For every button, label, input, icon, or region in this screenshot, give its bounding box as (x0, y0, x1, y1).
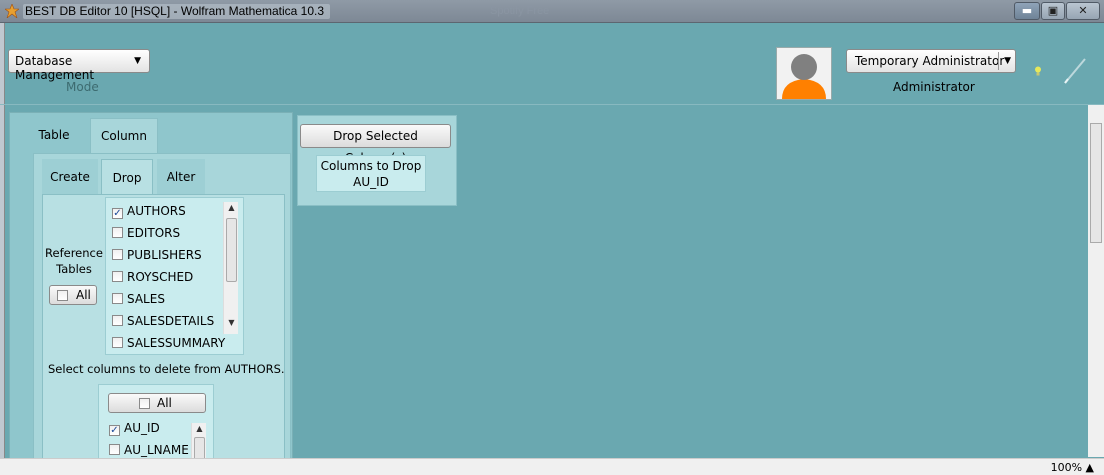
columns-to-drop-label: Columns to Drop (320, 159, 422, 173)
scroll-down-icon[interactable]: ▼ (224, 318, 239, 327)
tab-alter[interactable]: Alter (157, 159, 205, 195)
tab-create[interactable]: Create (42, 159, 98, 195)
list-item[interactable]: ✓ AU_ID (109, 421, 160, 439)
header-divider (0, 104, 1104, 105)
zoom-level[interactable]: 100% ▲ (1051, 461, 1094, 474)
close-icon: ✕ (1078, 4, 1088, 17)
all-label: All (157, 396, 172, 410)
reference-tables-label: Reference Tables (44, 245, 104, 277)
list-item[interactable]: EDITORS (112, 226, 180, 244)
chevron-down-icon: ▼ (1004, 56, 1011, 66)
tab-table[interactable]: Table (33, 118, 75, 154)
checkbox-icon[interactable] (112, 315, 123, 326)
mode-dropdown-label: Database Management (15, 54, 95, 82)
minimize-button[interactable]: ▬ (1014, 2, 1040, 20)
user-avatar-icon (777, 48, 831, 99)
list-item[interactable]: PUBLISHERS (112, 248, 202, 266)
checkbox-icon[interactable] (112, 249, 123, 260)
minimize-icon: ▬ (1021, 4, 1033, 17)
reference-tables-list[interactable]: ✓ AUTHORS EDITORS PUBLISHERS ROYSCHED SAL… (105, 197, 244, 355)
tables-scrollbar[interactable]: ▲ ▼ (223, 202, 238, 334)
close-button[interactable]: ✕ (1066, 2, 1100, 20)
list-item[interactable]: SALESSUMMARY (112, 336, 225, 354)
maximize-button[interactable]: ▣ (1041, 2, 1065, 20)
list-item-label: SALESDETAILS (127, 314, 215, 328)
pen-icon[interactable] (1062, 56, 1088, 86)
list-item[interactable]: SALESDETAILS (112, 314, 214, 332)
tab-column[interactable]: Column (90, 118, 158, 154)
list-item-label: PUBLISHERS (127, 248, 202, 262)
mathematica-icon (5, 4, 19, 18)
restore-icon: ▣ (1047, 4, 1059, 17)
checkbox-icon[interactable] (112, 293, 123, 304)
avatar[interactable] (776, 47, 832, 100)
role-caption: Administrator (893, 80, 975, 94)
scroll-up-icon[interactable]: ▲ (192, 424, 207, 433)
columns-to-drop-box: Columns to Drop AU_ID (316, 155, 426, 192)
scroll-up-icon[interactable]: ▲ (224, 203, 239, 212)
mode-dropdown[interactable]: Database Management ▼ (8, 49, 150, 82)
zoom-value: 100% (1050, 461, 1083, 474)
list-item-label: SALESSUMMARY (127, 336, 226, 350)
columns-scrollbar[interactable]: ▲ (191, 423, 206, 463)
dropdown-separator (998, 52, 999, 70)
reference-tables-all-button[interactable]: All (49, 285, 97, 305)
checkbox-icon[interactable] (109, 444, 120, 455)
user-dropdown[interactable]: Temporary Administrator ▼ (846, 49, 1016, 73)
tab-drop[interactable]: Drop (101, 159, 153, 195)
lightbulb-icon[interactable] (1034, 66, 1042, 76)
window-title: BEST DB Editor 10 [HSQL] - Wolfram Mathe… (23, 4, 331, 19)
background-window-title: Spotify Free (490, 5, 550, 17)
all-label: All (76, 288, 91, 302)
columns-to-drop-value: AU_ID (353, 175, 389, 189)
list-item-label: AUTHORS (127, 204, 186, 218)
checkbox-checked-icon[interactable]: ✓ (112, 208, 123, 219)
title-bar: BEST DB Editor 10 [HSQL] - Wolfram Mathe… (0, 0, 1104, 23)
window-left-border (0, 23, 5, 458)
list-item-label: ROYSCHED (127, 270, 194, 284)
chevron-down-icon: ▼ (134, 56, 141, 66)
scroll-thumb[interactable] (1090, 123, 1102, 243)
chevron-up-icon: ▲ (1085, 461, 1094, 474)
scroll-thumb[interactable] (226, 218, 237, 282)
checkbox-icon[interactable] (112, 227, 123, 238)
reference-tables-label-line1: Reference (45, 246, 103, 260)
checkbox-icon (139, 398, 150, 409)
select-columns-label: Select columns to delete from AUTHORS. (48, 362, 285, 376)
checkbox-checked-icon[interactable]: ✓ (109, 425, 120, 436)
main-scrollbar[interactable] (1088, 105, 1104, 457)
list-item-label: AU_ID (124, 421, 160, 435)
checkbox-icon (57, 290, 68, 301)
list-item-label: EDITORS (127, 226, 181, 240)
list-item[interactable]: ROYSCHED (112, 270, 193, 288)
list-item-label: SALES (127, 292, 165, 306)
columns-all-button[interactable]: All (108, 393, 206, 413)
list-item[interactable]: ✓ AUTHORS (112, 204, 186, 222)
list-item-label: AU_LNAME (124, 443, 189, 457)
user-dropdown-label: Temporary Administrator (855, 54, 1005, 68)
list-item[interactable]: SALES (112, 292, 165, 310)
drop-selected-columns-button[interactable]: Drop Selected Column(s) (300, 124, 451, 165)
application-window: BEST DB Editor 10 [HSQL] - Wolfram Mathe… (0, 0, 1104, 475)
checkbox-icon[interactable] (112, 337, 123, 348)
mode-caption: Mode (66, 80, 99, 94)
status-bar: 100% ▲ (0, 458, 1104, 475)
reference-tables-label-line2: Tables (56, 262, 92, 276)
checkbox-icon[interactable] (112, 271, 123, 282)
